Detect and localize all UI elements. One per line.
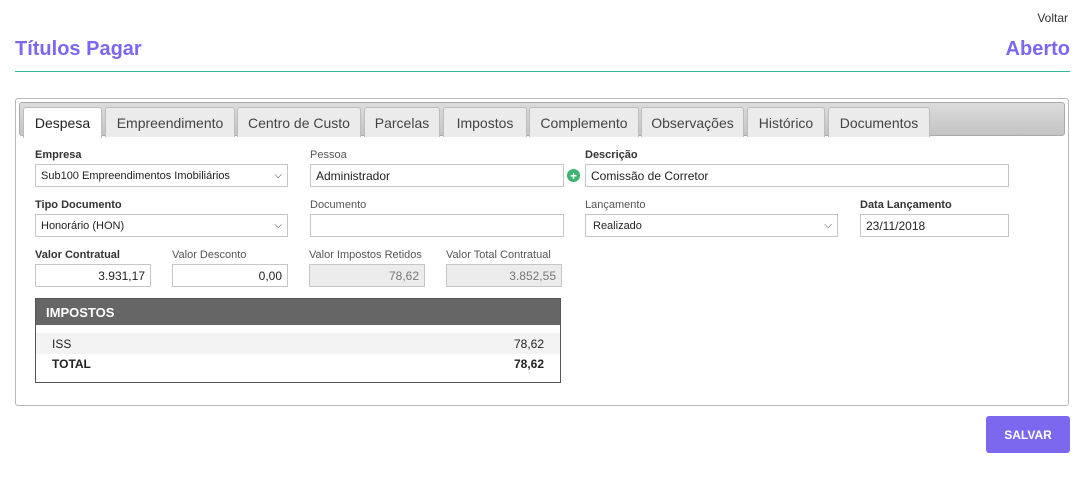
data-lancamento-label: Data Lançamento <box>860 199 952 211</box>
empresa-value: Sub100 Empreendimentos Imobiliários <box>41 169 230 182</box>
valor-total-contratual-label: Valor Total Contratual <box>446 249 551 261</box>
page-title: Títulos Pagar <box>15 38 142 60</box>
pessoa-field[interactable]: Administrador <box>310 164 564 187</box>
table-row: ISS 78,62 <box>36 333 560 354</box>
valor-impostos-retidos-label: Valor Impostos Retidos <box>309 249 422 261</box>
documento-field[interactable] <box>310 214 564 237</box>
impostos-header: IMPOSTOS <box>36 299 560 325</box>
documento-label: Documento <box>310 199 367 211</box>
pessoa-label: Pessoa <box>310 149 347 161</box>
tax-total-value: 78,62 <box>513 356 544 371</box>
status-title: Aberto <box>1005 38 1070 60</box>
tax-name: ISS <box>52 336 72 351</box>
table-row-total: TOTAL 78,62 <box>36 353 560 374</box>
tipo-documento-select[interactable]: Honorário (HON) ⌵ <box>35 214 288 237</box>
valor-impostos-retidos-field: 78,62 <box>309 264 425 287</box>
tipo-documento-value: Honorário (HON) <box>41 219 125 232</box>
valor-desconto-label: Valor Desconto <box>172 249 247 261</box>
tab-impostos[interactable]: Impostos <box>443 107 527 137</box>
back-link[interactable]: Voltar <box>1037 11 1068 25</box>
tab-documentos[interactable]: Documentos <box>828 107 930 137</box>
tipo-documento-label: Tipo Documento <box>35 199 122 211</box>
valor-contratual-field[interactable]: 3.931,17 <box>35 264 151 287</box>
title-divider <box>15 71 1070 72</box>
valor-desconto-field[interactable]: 0,00 <box>172 264 288 287</box>
tab-observacoes[interactable]: Observações <box>641 107 744 137</box>
descricao-field[interactable]: Comissão de Corretor <box>585 164 1009 187</box>
descricao-label: Descrição <box>585 149 638 161</box>
chevron-down-icon: ⌵ <box>274 170 282 181</box>
lancamento-value: Realizado <box>593 219 642 232</box>
form-panel: Despesa Empreendimento Centro de Custo P… <box>15 98 1069 406</box>
chevron-down-icon: ⌵ <box>274 220 282 231</box>
valor-contratual-label: Valor Contratual <box>35 249 120 261</box>
empresa-label: Empresa <box>35 149 82 161</box>
lancamento-select[interactable]: Realizado ⌵ <box>585 214 838 237</box>
chevron-down-icon: ⌵ <box>824 220 832 231</box>
tab-centro-de-custo[interactable]: Centro de Custo <box>237 107 361 137</box>
tab-despesa[interactable]: Despesa <box>23 107 102 138</box>
valor-total-contratual-field: 3.852,55 <box>446 264 562 287</box>
tab-parcelas[interactable]: Parcelas <box>364 107 440 137</box>
tax-value: 78,62 <box>513 336 544 351</box>
add-pessoa-icon[interactable]: + <box>567 169 580 182</box>
tab-bar: Despesa Empreendimento Centro de Custo P… <box>19 102 1065 138</box>
impostos-table: IMPOSTOS ISS 78,62 TOTAL 78,62 <box>35 298 561 383</box>
lancamento-label: Lançamento <box>585 199 646 211</box>
tab-historico[interactable]: Histórico <box>747 107 825 137</box>
save-button[interactable]: SALVAR <box>986 416 1070 453</box>
tab-empreendimento[interactable]: Empreendimento <box>105 107 235 137</box>
data-lancamento-field[interactable]: 23/11/2018 <box>860 214 1009 237</box>
tax-total-label: TOTAL <box>52 356 91 371</box>
tab-complemento[interactable]: Complemento <box>529 107 639 137</box>
empresa-select[interactable]: Sub100 Empreendimentos Imobiliários ⌵ <box>35 164 288 187</box>
